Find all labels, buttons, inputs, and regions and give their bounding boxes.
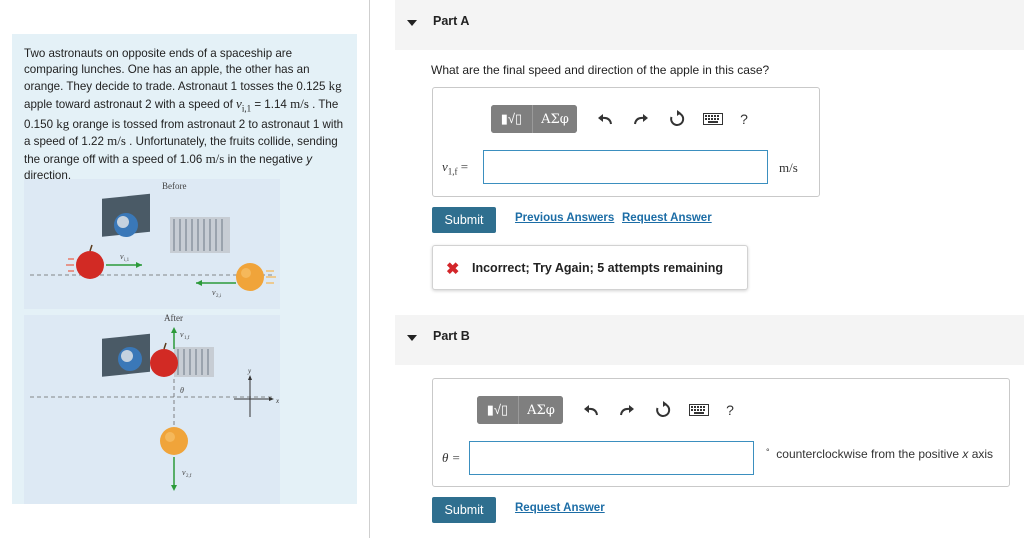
- v-i1-sub: i,1: [124, 258, 130, 263]
- grating-icon: [170, 217, 230, 253]
- redo-icon[interactable]: [623, 105, 659, 133]
- theta-label: θ: [180, 386, 184, 395]
- problem-statement: Two astronauts on opposite ends of a spa…: [24, 46, 346, 184]
- feedback-message: Incorrect; Try Again; 5 attempts remaini…: [472, 261, 723, 275]
- greek-label: ΑΣφ: [541, 111, 569, 127]
- problem-text-7: in the negative: [224, 152, 307, 166]
- part-a-title: Part A: [433, 14, 470, 28]
- reset-icon[interactable]: [645, 396, 681, 424]
- templates-button[interactable]: ▮√▯: [477, 396, 519, 424]
- problem-text-2: apple toward astronaut 2 with a speed of: [24, 97, 237, 111]
- v-2f-sub: 2,f: [186, 474, 192, 479]
- unit-ms: m/s: [205, 150, 225, 166]
- before-label: Before: [162, 181, 187, 191]
- part-a-answer-input[interactable]: [483, 150, 768, 184]
- unit-kg: kg: [56, 116, 70, 132]
- orange-icon: [160, 427, 188, 455]
- unit-text-end: axis: [968, 447, 994, 461]
- unit-ms: m/s: [290, 95, 309, 111]
- degree-symbol: °: [766, 447, 770, 457]
- toolbar-group: ▮√▯ ΑΣφ: [491, 105, 577, 133]
- part-a-toolbar: ▮√▯ ΑΣφ ?: [491, 105, 757, 133]
- keyboard-icon[interactable]: [695, 105, 731, 133]
- submit-label: Submit: [444, 213, 484, 227]
- part-b-header[interactable]: Part B: [395, 315, 1024, 365]
- part-b-variable-label: θ =: [442, 450, 461, 465]
- reset-icon[interactable]: [659, 105, 695, 133]
- v-2i-sub: 2,i: [216, 294, 222, 299]
- redo-icon[interactable]: [609, 396, 645, 424]
- collision-figure: Before v i,1 v 2,i After v 1,f θ v 2,f x…: [24, 179, 280, 504]
- collapse-triangle-icon[interactable]: [407, 20, 417, 26]
- part-a-request-answer-link[interactable]: Request Answer: [622, 212, 712, 224]
- toolbar-group: ▮√▯ ΑΣφ: [477, 396, 563, 424]
- var-y: y: [306, 152, 313, 166]
- collapse-triangle-icon[interactable]: [407, 335, 417, 341]
- help-icon[interactable]: ?: [717, 396, 743, 424]
- submit-label: Submit: [444, 503, 484, 517]
- greek-symbols-button[interactable]: ΑΣφ: [519, 396, 563, 424]
- part-b-answer-box: ▮√▯ ΑΣφ ? θ = ° counterclockwise from th…: [432, 378, 1010, 487]
- equals-sign: =: [457, 159, 469, 174]
- part-a-answer-box: ▮√▯ ΑΣφ ? v1,f = m/s: [432, 87, 820, 197]
- part-a-header[interactable]: Part A: [395, 0, 1024, 50]
- help-label: ?: [726, 402, 734, 418]
- part-b-toolbar: ▮√▯ ΑΣφ ?: [477, 396, 743, 424]
- problem-text-3: = 1.14: [251, 97, 291, 111]
- part-a-submit-button[interactable]: Submit: [432, 207, 496, 233]
- panel-divider: [369, 0, 370, 538]
- part-b-submit-button[interactable]: Submit: [432, 497, 496, 523]
- help-label: ?: [740, 111, 748, 127]
- greek-label: ΑΣφ: [527, 402, 555, 418]
- unit-ms: m/s: [107, 133, 126, 149]
- problem-panel: Two astronauts on opposite ends of a spa…: [12, 34, 357, 504]
- templates-label: ▮√▯: [486, 402, 509, 417]
- part-a-unit: m/s: [779, 160, 798, 175]
- undo-icon[interactable]: [587, 105, 623, 133]
- before-background: [24, 179, 280, 309]
- part-b-answer-input[interactable]: [469, 441, 754, 475]
- incorrect-icon: ✖: [446, 261, 460, 278]
- grating-icon: [174, 347, 214, 377]
- v-1f-sub: 1,f: [184, 336, 190, 341]
- part-b-title: Part B: [433, 329, 470, 343]
- undo-icon[interactable]: [573, 396, 609, 424]
- after-background: [24, 315, 280, 504]
- var-subscript: 1,f: [447, 166, 458, 177]
- problem-text-1: Two astronauts on opposite ends of a spa…: [24, 47, 329, 94]
- var-sub: i,1: [241, 102, 252, 113]
- earth-window-icon: [102, 333, 150, 377]
- part-b-request-answer-link[interactable]: Request Answer: [515, 502, 605, 514]
- earth-window-icon: [102, 193, 150, 237]
- templates-label: ▮√▯: [500, 111, 523, 126]
- help-icon[interactable]: ?: [731, 105, 757, 133]
- feedback-box: ✖ Incorrect; Try Again; 5 attempts remai…: [432, 245, 748, 290]
- unit-text: counterclockwise from the positive: [776, 447, 963, 461]
- templates-button[interactable]: ▮√▯: [491, 105, 533, 133]
- greek-symbols-button[interactable]: ΑΣφ: [533, 105, 577, 133]
- part-a-question: What are the final speed and direction o…: [431, 63, 770, 77]
- keyboard-icon[interactable]: [681, 396, 717, 424]
- after-label: After: [164, 313, 183, 323]
- part-b-unit: ° counterclockwise from the positive x a…: [766, 447, 993, 461]
- unit-kg: kg: [328, 78, 342, 94]
- previous-answers-link[interactable]: Previous Answers: [515, 212, 614, 224]
- part-a-variable-label: v1,f =: [442, 159, 468, 177]
